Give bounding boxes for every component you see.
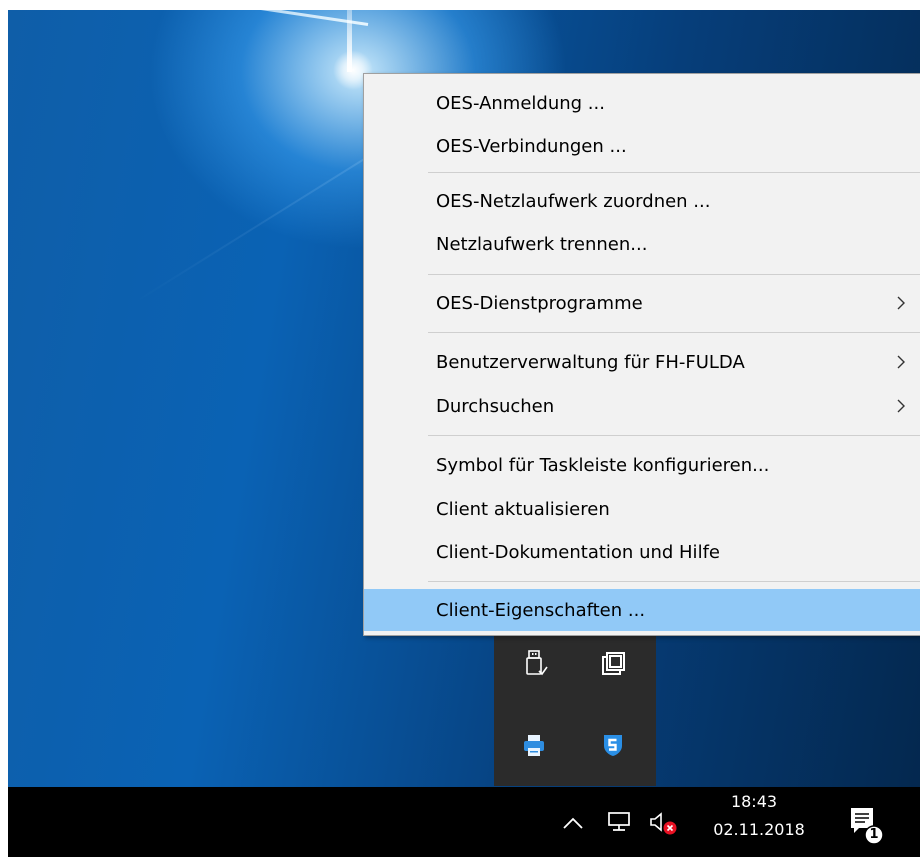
wallpaper-light-beam bbox=[11, 10, 369, 26]
chevron-right-icon bbox=[897, 355, 905, 369]
printer-icon[interactable] bbox=[517, 728, 551, 762]
menu-item-label: Durchsuchen bbox=[436, 395, 555, 417]
chevron-right-icon bbox=[897, 296, 905, 310]
menu-item-client-dokumentation[interactable]: Client-Dokumentation und Hilfe bbox=[364, 531, 920, 573]
menu-item-label: OES-Anmeldung ... bbox=[436, 92, 605, 114]
menu-item-oes-dienstprogramme[interactable]: OES-Dienstprogramme bbox=[364, 282, 920, 324]
menu-item-label: Symbol für Taskleiste konfigurieren... bbox=[436, 454, 770, 476]
context-menu: OES-Anmeldung ... OES-Verbindungen ... O… bbox=[363, 73, 920, 636]
window-restore-icon[interactable] bbox=[596, 647, 630, 681]
notification-icon bbox=[851, 808, 884, 845]
menu-item-label: OES-Dienstprogramme bbox=[436, 292, 643, 314]
menu-item-label: OES-Netzlaufwerk zuordnen ... bbox=[436, 190, 711, 212]
menu-item-client-aktualisieren[interactable]: Client aktualisieren bbox=[364, 488, 920, 530]
menu-item-netzlaufwerk-trennen[interactable]: Netzlaufwerk trennen... bbox=[364, 223, 920, 265]
menu-item-label: Benutzerverwaltung für FH-FULDA bbox=[436, 351, 745, 373]
menu-item-label: Client-Dokumentation und Hilfe bbox=[436, 541, 720, 563]
menu-separator bbox=[428, 274, 920, 275]
menu-separator bbox=[428, 332, 920, 333]
speaker-muted-icon[interactable] bbox=[648, 808, 680, 838]
chevron-right-icon bbox=[897, 399, 905, 413]
tray-overflow-popup bbox=[494, 636, 656, 786]
action-center-button[interactable]: 1 bbox=[846, 802, 886, 846]
menu-item-client-eigenschaften[interactable]: Client-Eigenschaften ... bbox=[364, 589, 920, 631]
menu-item-label: OES-Verbindungen ... bbox=[436, 135, 627, 157]
notification-count-badge: 1 bbox=[869, 827, 879, 842]
menu-item-oes-verbindungen[interactable]: OES-Verbindungen ... bbox=[364, 125, 920, 167]
sophos-shield-icon[interactable] bbox=[596, 728, 630, 762]
menu-item-label: Client-Eigenschaften ... bbox=[436, 599, 646, 621]
menu-item-durchsuchen[interactable]: Durchsuchen bbox=[364, 385, 920, 427]
taskbar-clock-time[interactable]: 18:43 bbox=[709, 792, 799, 811]
taskbar-clock-date[interactable]: 02.11.2018 bbox=[704, 820, 814, 839]
menu-item-oes-anmeldung[interactable]: OES-Anmeldung ... bbox=[364, 82, 920, 124]
menu-separator bbox=[428, 172, 920, 173]
menu-item-label: Netzlaufwerk trennen... bbox=[436, 233, 648, 255]
network-icon[interactable] bbox=[605, 806, 635, 838]
menu-item-label: Client aktualisieren bbox=[436, 498, 610, 520]
menu-item-benutzerverwaltung[interactable]: Benutzerverwaltung für FH-FULDA bbox=[364, 341, 920, 383]
menu-separator bbox=[428, 581, 920, 582]
menu-item-netzlaufwerk-zuordnen[interactable]: OES-Netzlaufwerk zuordnen ... bbox=[364, 180, 920, 222]
chevron-up-icon[interactable] bbox=[560, 810, 586, 836]
menu-item-symbol-konfigurieren[interactable]: Symbol für Taskleiste konfigurieren... bbox=[364, 444, 920, 486]
usb-drive-icon[interactable] bbox=[519, 647, 553, 681]
menu-separator bbox=[428, 435, 920, 436]
